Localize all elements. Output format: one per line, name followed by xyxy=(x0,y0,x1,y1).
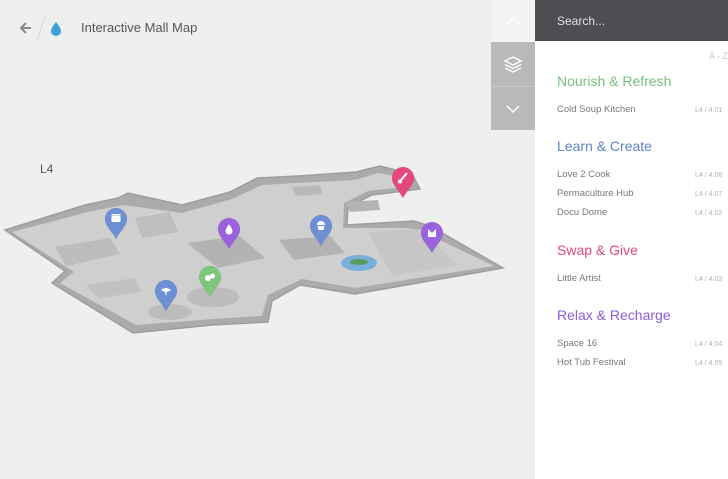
list-item-name: Little Artist xyxy=(557,273,601,284)
water-drop-icon xyxy=(51,22,61,36)
list-item-love-2-cook[interactable]: Love 2 Cook L4 / 4.06 xyxy=(535,167,728,185)
page-title: Interactive Mall Map xyxy=(81,20,198,35)
list-item-location: L4 / 4.06 xyxy=(695,172,723,179)
search-input[interactable] xyxy=(535,0,728,41)
list-item-permaculture-hub[interactable]: Permaculture Hub L4 / 4.07 xyxy=(535,186,728,204)
category-nourish-refresh[interactable]: Nourish & Refresh xyxy=(557,73,671,89)
list-item-docu-dome[interactable]: Docu Dome L4 / 4.02 xyxy=(535,205,728,223)
list-item-location: L4 / 4.04 xyxy=(695,341,723,348)
floor-plan-map[interactable] xyxy=(0,150,520,350)
level-up-button[interactable] xyxy=(491,0,535,42)
breadcrumb-separator xyxy=(36,15,46,41)
list-item-space-16[interactable]: Space 16 L4 / 4.04 xyxy=(535,336,728,354)
list-item-name: Cold Soup Kitchen xyxy=(557,104,636,115)
header-bar: Interactive Mall Map xyxy=(0,0,491,56)
list-item-location: L4 / 4.01 xyxy=(695,107,723,114)
category-relax-recharge[interactable]: Relax & Recharge xyxy=(557,307,671,323)
list-item-name: Hot Tub Festival xyxy=(557,357,626,368)
directory-panel: A - Z Nourish & Refresh Cold Soup Kitche… xyxy=(535,0,728,479)
search-bar xyxy=(535,0,728,41)
category-swap-give[interactable]: Swap & Give xyxy=(557,242,638,258)
list-item-location: L4 / 4.03 xyxy=(695,276,723,283)
category-learn-create[interactable]: Learn & Create xyxy=(557,138,652,154)
layers-button[interactable] xyxy=(491,42,535,86)
list-item-name: Docu Dome xyxy=(557,207,608,218)
film-icon xyxy=(111,214,121,222)
list-item-location: L4 / 4.07 xyxy=(695,191,723,198)
layers-icon xyxy=(503,56,523,73)
list-item-cold-soup-kitchen[interactable]: Cold Soup Kitchen L4 / 4.01 xyxy=(535,102,728,120)
list-item-name: Permaculture Hub xyxy=(557,188,634,199)
list-item-little-artist[interactable]: Little Artist L4 / 4.03 xyxy=(535,271,728,289)
back-button[interactable] xyxy=(16,18,36,38)
level-down-button[interactable] xyxy=(491,86,535,130)
chevron-up-icon xyxy=(506,16,520,25)
arrow-left-icon xyxy=(19,22,31,34)
list-item-name: Love 2 Cook xyxy=(557,169,611,180)
list-item-location: L4 / 4.05 xyxy=(695,360,723,367)
chevron-down-icon xyxy=(506,104,520,113)
list-item-name: Space 16 xyxy=(557,338,598,349)
sort-label[interactable]: A - Z xyxy=(709,51,728,61)
list-item-hot-tub-festival[interactable]: Hot Tub Festival L4 / 4.05 xyxy=(535,355,728,373)
little-artist-pin[interactable] xyxy=(391,166,415,199)
list-item-location: L4 / 4.02 xyxy=(695,210,723,217)
